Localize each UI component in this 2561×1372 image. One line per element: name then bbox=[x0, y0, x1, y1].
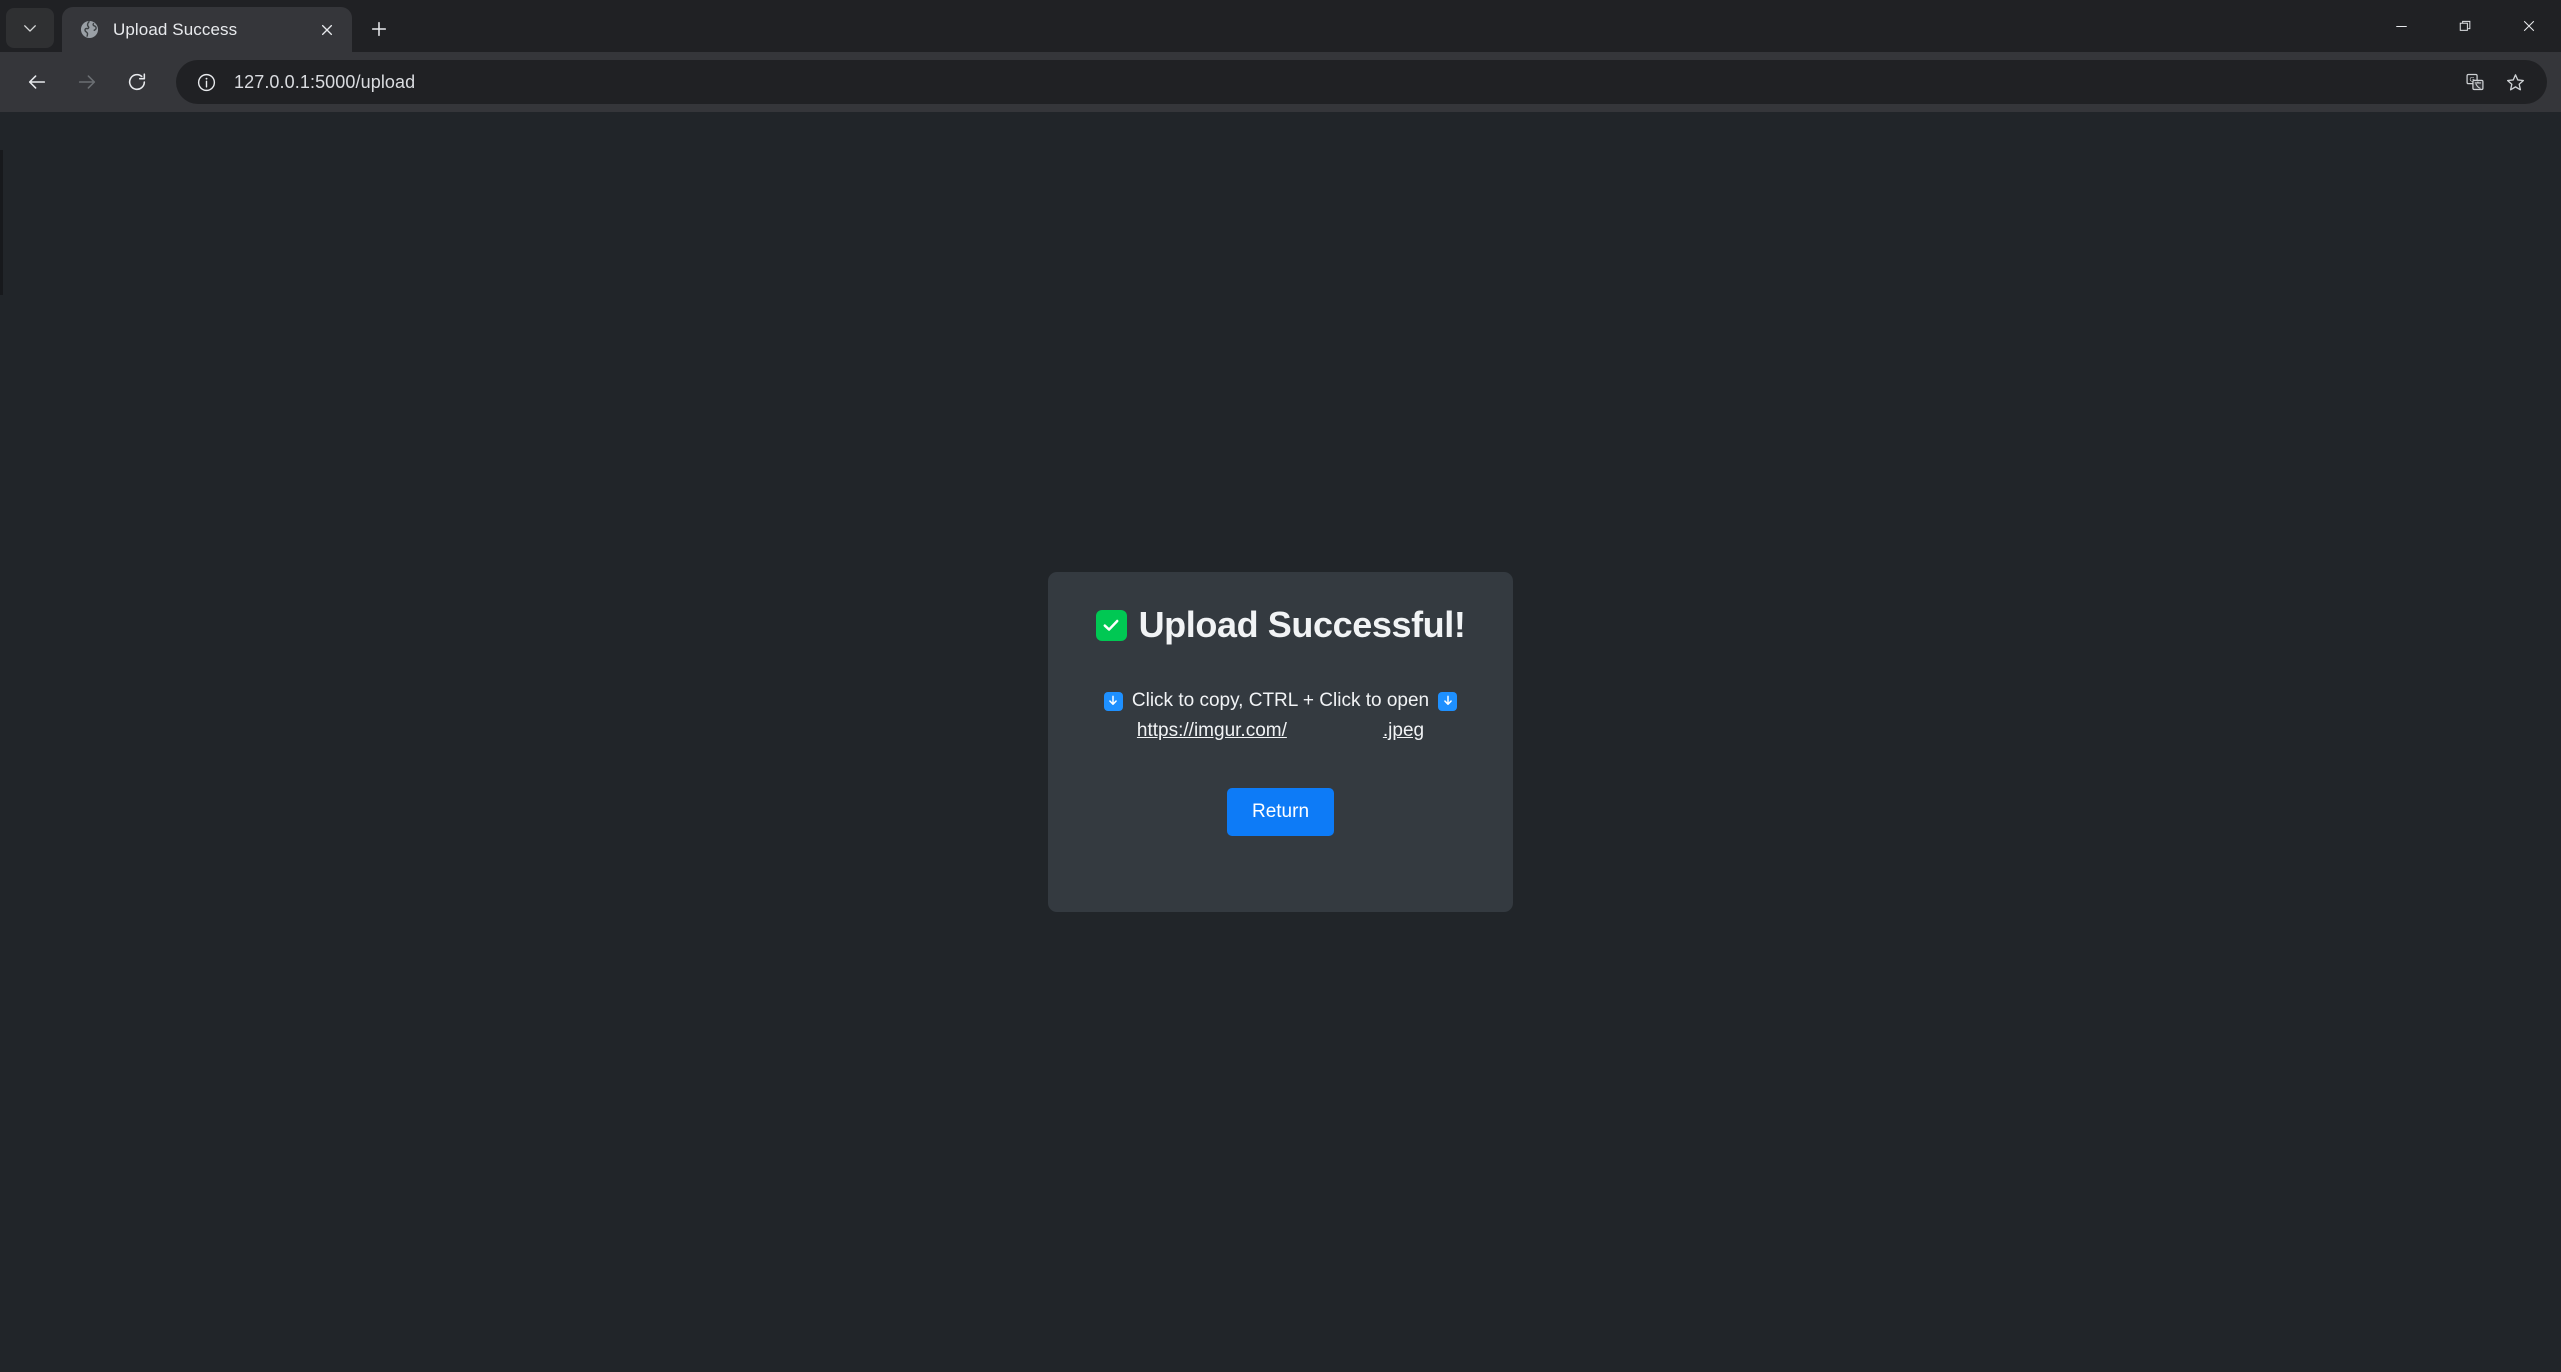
arrow-right-icon bbox=[78, 75, 96, 89]
new-tab-button[interactable] bbox=[358, 8, 400, 50]
window-controls bbox=[2369, 0, 2561, 52]
bookmark-star-icon[interactable] bbox=[2497, 64, 2533, 100]
window-minimize-button[interactable] bbox=[2369, 0, 2433, 52]
image-url-extension: .jpeg bbox=[1382, 720, 1425, 741]
page-title: Upload Successful! bbox=[1138, 604, 1466, 645]
browser-toolbar: 127.0.0.1:5000/upload G bbox=[0, 52, 2561, 112]
tab-title: Upload Success bbox=[113, 19, 238, 39]
down-arrow-icon-right bbox=[1438, 691, 1458, 711]
copy-hint-text: Click to copy, CTRL + Click to open bbox=[1131, 690, 1430, 711]
viewport-edge-strip bbox=[0, 150, 3, 295]
reload-icon bbox=[128, 73, 146, 91]
window-restore-button[interactable] bbox=[2433, 0, 2497, 52]
address-bar[interactable]: 127.0.0.1:5000/upload G bbox=[176, 60, 2547, 104]
translate-icon[interactable]: G bbox=[2457, 64, 2493, 100]
upload-success-card: Upload Successful! Click to copy, CTRL +… bbox=[1048, 572, 1513, 912]
arrow-left-icon bbox=[28, 75, 46, 89]
plus-icon bbox=[371, 21, 387, 37]
white-heavy-check-mark-icon bbox=[1095, 609, 1127, 641]
copy-hint-row: Click to copy, CTRL + Click to open bbox=[1103, 690, 1458, 712]
site-info-button[interactable] bbox=[190, 66, 222, 98]
forward-button[interactable] bbox=[64, 59, 110, 105]
address-bar-url: 127.0.0.1:5000/upload bbox=[234, 71, 416, 92]
back-button[interactable] bbox=[14, 59, 60, 105]
address-bar-actions: G bbox=[2457, 64, 2533, 100]
tab-upload-success[interactable]: Upload Success bbox=[62, 7, 352, 52]
down-arrow-icon-left bbox=[1103, 691, 1123, 711]
browser-window: Upload Success 127.0.0.1:5000/upload G U… bbox=[0, 0, 2561, 1372]
return-button[interactable]: Return bbox=[1226, 788, 1335, 836]
close-icon bbox=[2523, 20, 2535, 32]
close-icon bbox=[321, 24, 333, 35]
info-circle-icon bbox=[197, 73, 215, 91]
page-viewport: Upload Successful! Click to copy, CTRL +… bbox=[0, 112, 2561, 1372]
image-url-link[interactable]: https://imgur.com/ .jpeg bbox=[1137, 720, 1424, 742]
card-title-row: Upload Successful! bbox=[1095, 604, 1466, 646]
tab-close-button[interactable] bbox=[314, 17, 340, 43]
globe-icon bbox=[80, 20, 99, 39]
image-url-prefix: https://imgur.com/ bbox=[1136, 720, 1287, 741]
tab-strip: Upload Success bbox=[0, 0, 2561, 52]
window-close-button[interactable] bbox=[2497, 0, 2561, 52]
chevron-down-icon bbox=[24, 25, 36, 32]
minimize-icon bbox=[2395, 25, 2407, 27]
reload-button[interactable] bbox=[114, 59, 160, 105]
tab-search-button[interactable] bbox=[6, 8, 54, 48]
image-link-row: https://imgur.com/ .jpeg bbox=[1048, 720, 1513, 742]
restore-icon bbox=[2459, 20, 2470, 31]
